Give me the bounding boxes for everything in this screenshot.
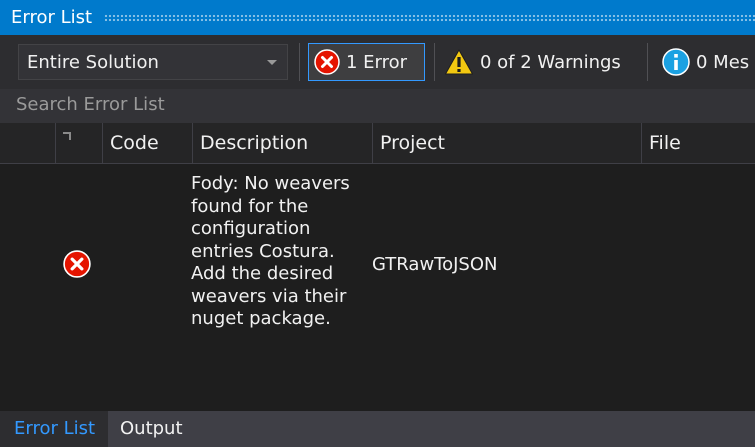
sort-icon — [63, 132, 71, 140]
column-header-project[interactable]: Project — [372, 123, 641, 164]
warnings-filter-label: 0 of 2 Warnings — [480, 51, 621, 73]
table-row[interactable]: Fody: No weavers found for the configura… — [0, 165, 755, 365]
error-icon — [63, 250, 91, 282]
errors-filter-label: 1 Error — [346, 51, 408, 73]
tab-output[interactable]: Output — [108, 411, 755, 447]
column-header-code-label: Code — [110, 132, 159, 154]
toolbar-separator — [299, 43, 300, 81]
column-header-description-label: Description — [200, 132, 309, 154]
search-placeholder: Search Error List — [16, 94, 165, 115]
toolbar-separator — [434, 43, 435, 81]
errors-filter-button[interactable]: 1 Error — [308, 43, 425, 81]
tab-error-list[interactable]: Error List — [6, 411, 103, 447]
warning-icon — [444, 48, 474, 76]
column-header-severity[interactable] — [0, 123, 55, 164]
window-title: Error List — [11, 7, 93, 28]
column-header-row: Code Description Project File — [0, 123, 755, 164]
drag-grip[interactable] — [104, 14, 755, 22]
error-icon — [314, 49, 340, 75]
column-header-code[interactable]: Code — [102, 123, 192, 164]
search-box[interactable]: Search Error List — [0, 89, 755, 123]
scope-dropdown[interactable]: Entire Solution — [18, 44, 288, 80]
toolbar: Entire Solution 1 Error 0 of 2 Warnings — [0, 35, 755, 89]
column-header-file-label: File — [649, 132, 681, 154]
messages-filter-button[interactable]: 0 Mes — [662, 43, 749, 81]
warnings-filter-button[interactable]: 0 of 2 Warnings — [444, 43, 621, 81]
messages-filter-label: 0 Mes — [696, 51, 750, 73]
info-icon — [662, 48, 690, 76]
scope-value: Entire Solution — [27, 52, 159, 73]
error-description: Fody: No weavers found for the configura… — [191, 173, 350, 329]
column-header-description[interactable]: Description — [192, 123, 372, 164]
title-bar: Error List — [0, 0, 755, 35]
chevron-down-icon — [267, 60, 277, 65]
column-header-sort[interactable] — [55, 123, 102, 164]
error-project: GTRawToJSON — [372, 254, 498, 275]
error-grid: Code Description Project File Fody: No w… — [0, 123, 755, 411]
toolbar-separator — [647, 43, 648, 81]
column-header-project-label: Project — [380, 132, 446, 154]
column-header-file[interactable]: File — [641, 123, 755, 164]
bottom-tab-strip: Error List Output — [0, 411, 755, 447]
